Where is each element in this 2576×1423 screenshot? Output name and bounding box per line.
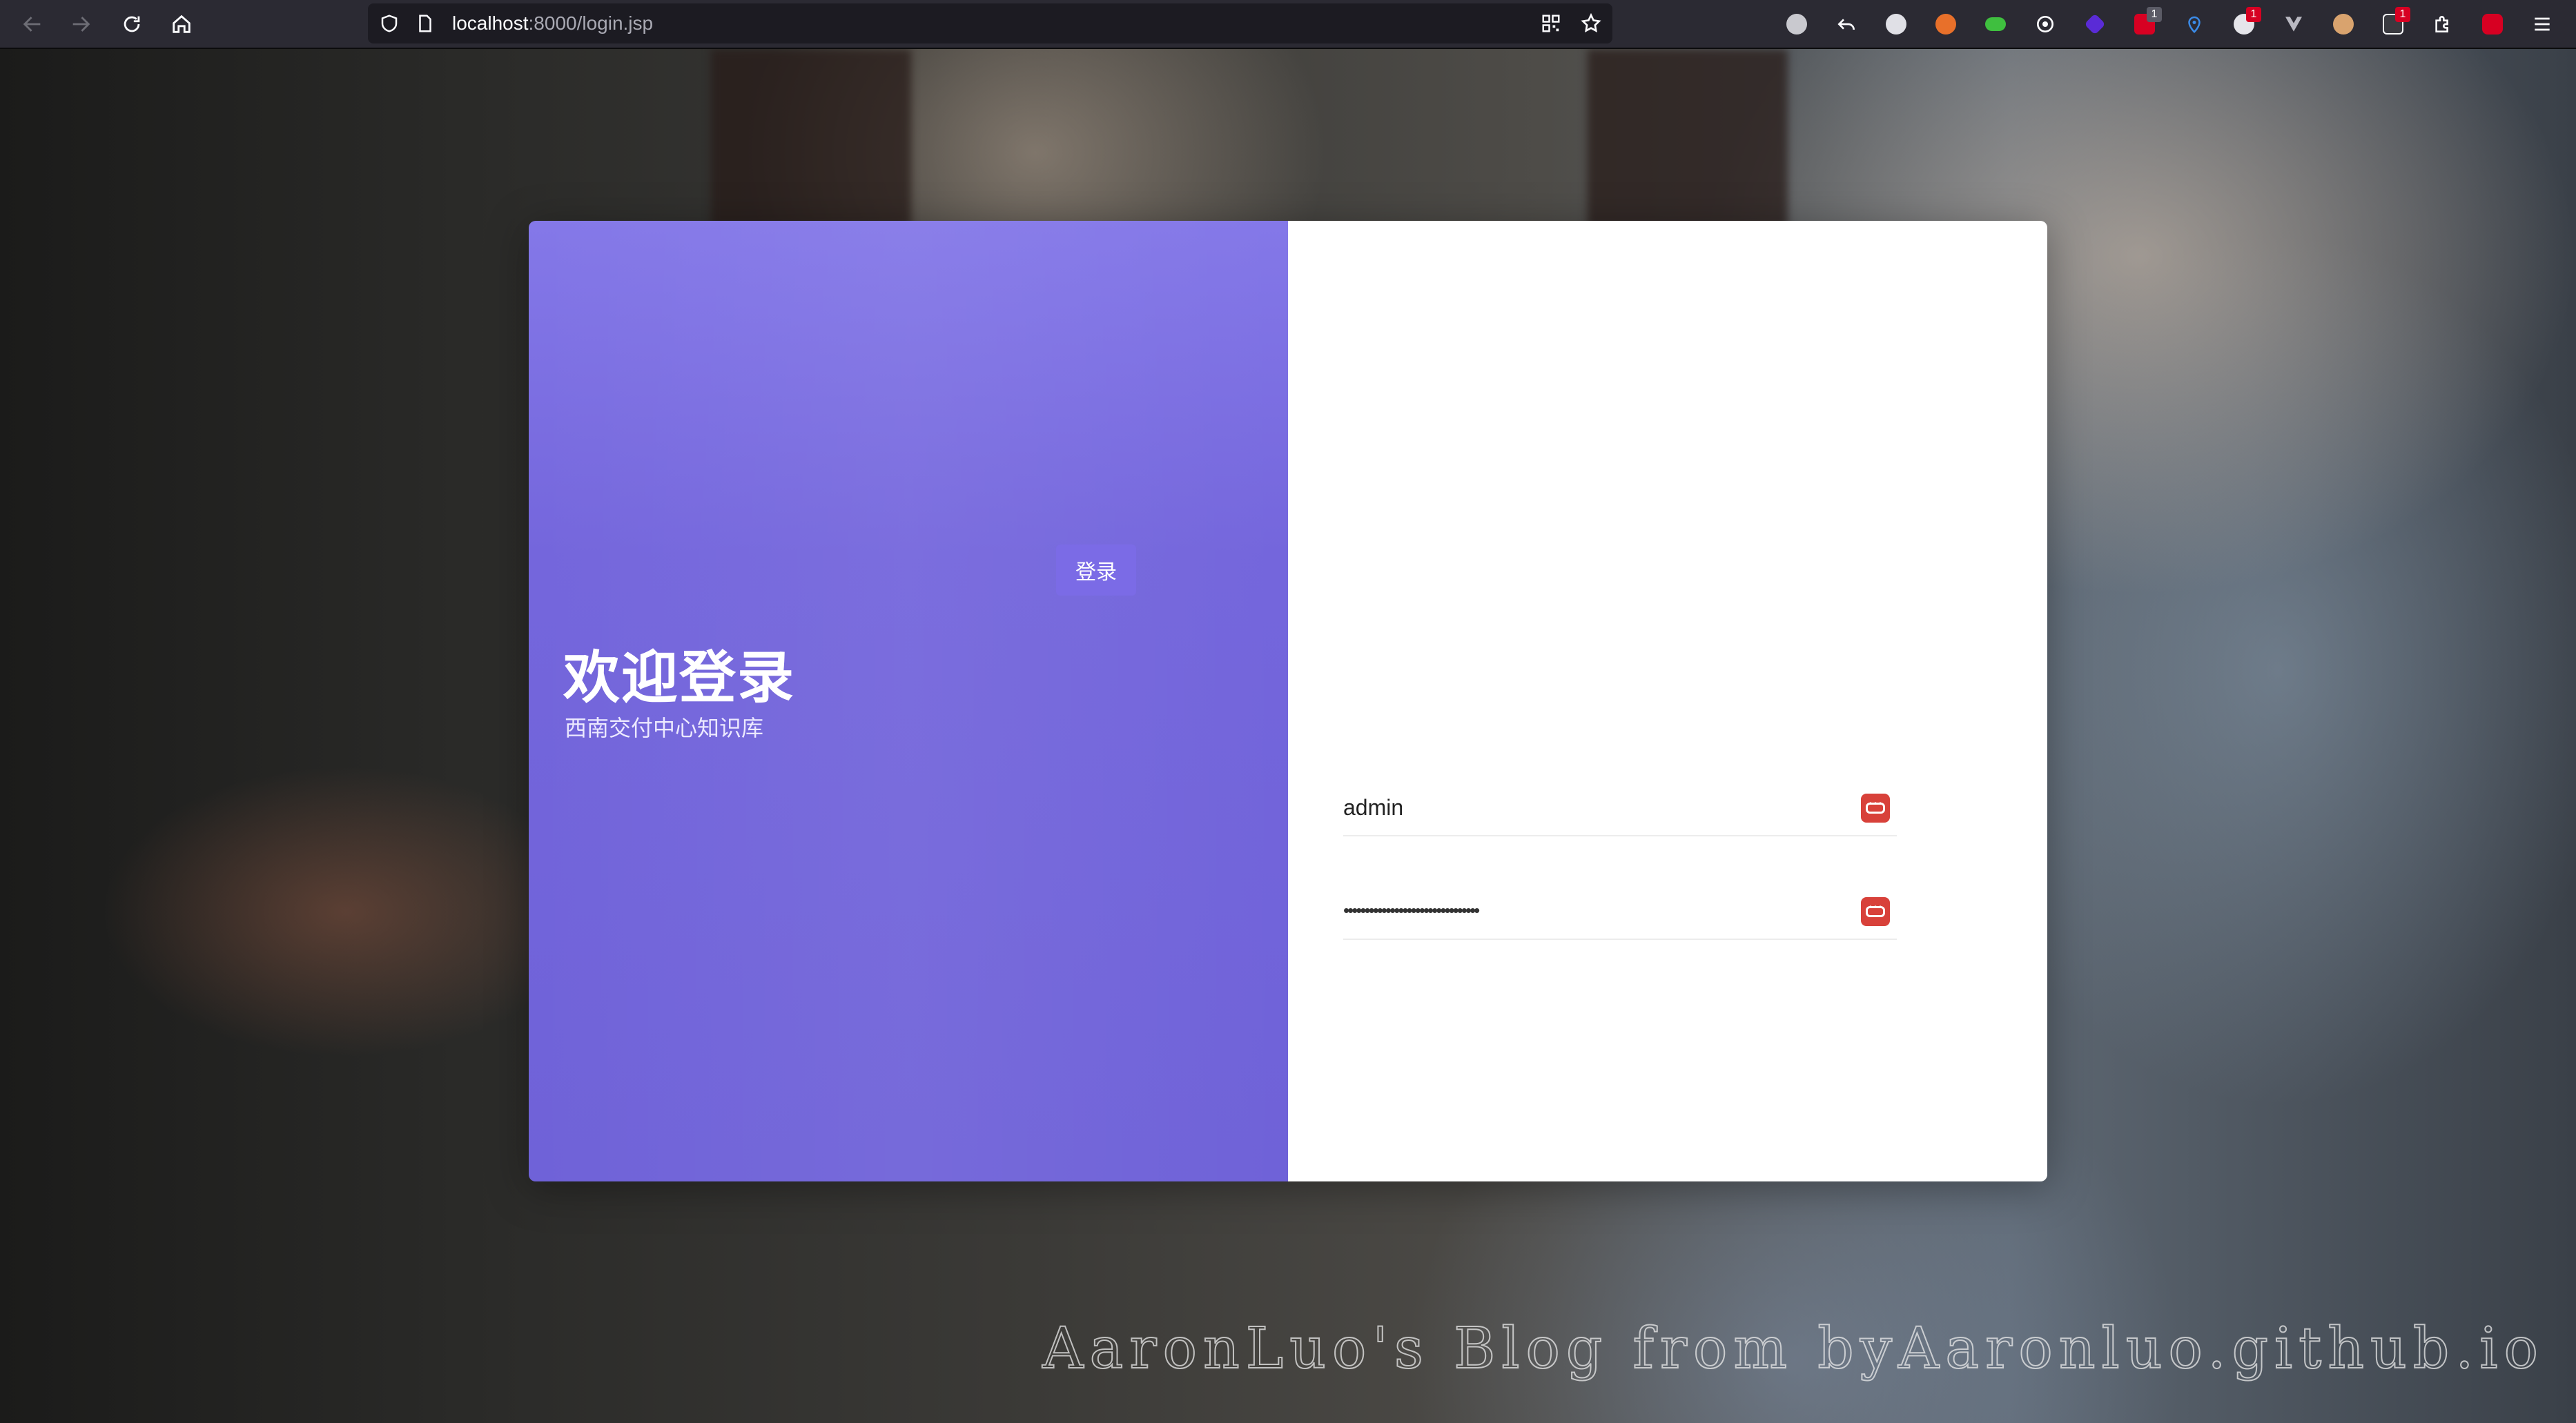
url-path: :8000/login.jsp	[528, 12, 654, 34]
login-form-panel: ••••••••••••••••••••••••••••••••	[1288, 221, 2047, 1181]
background-decor	[1588, 49, 1788, 228]
location-pin-icon[interactable]	[2178, 8, 2210, 40]
background-decor	[711, 49, 911, 228]
extension-13-badge: 1	[2395, 7, 2410, 22]
welcome-title: 欢迎登录	[563, 645, 796, 711]
reload-icon[interactable]	[116, 8, 148, 40]
login-button[interactable]: 登录	[1056, 544, 1136, 596]
extension-6-icon[interactable]	[2029, 8, 2061, 40]
url-host: localhost	[452, 12, 529, 34]
forward-arrow-icon[interactable]	[65, 8, 97, 40]
login-card: 欢迎登录 西南交付中心知识库 •••••••••••••••••••••••••…	[529, 221, 2047, 1181]
extension-10-icon[interactable]: 1	[2228, 7, 2261, 40]
watermark: AaronLuo's Blog from byAaronluo.github.i…	[1042, 1315, 2544, 1382]
username-field	[1343, 781, 1897, 836]
welcome-subtitle: 西南交付中心知识库	[565, 715, 764, 741]
puzzle-extensions-icon[interactable]	[2427, 8, 2459, 40]
username-input[interactable]	[1343, 781, 1826, 834]
hamburger-menu-icon[interactable]	[2526, 8, 2558, 40]
password-manager-icon[interactable]	[1861, 897, 1890, 926]
extension-7-icon[interactable]	[2079, 8, 2111, 40]
extension-3-icon[interactable]	[1880, 8, 1912, 40]
qr-code-icon[interactable]	[1538, 10, 1564, 37]
page-icon[interactable]	[412, 10, 438, 37]
undo-extension-icon[interactable]	[1831, 8, 1862, 40]
extension-5-icon[interactable]	[1980, 8, 2011, 40]
extension-1-icon[interactable]	[1781, 8, 1813, 40]
password-manager-icon[interactable]	[1861, 794, 1890, 823]
shield-icon[interactable]	[376, 10, 402, 37]
welcome-panel: 欢迎登录 西南交付中心知识库	[529, 221, 1288, 1181]
star-icon[interactable]	[1578, 10, 1604, 37]
extension-13-icon[interactable]: 1	[2377, 7, 2410, 40]
extension-8-icon[interactable]: 1	[2129, 7, 2162, 40]
browser-toolbar: localhost:8000/login.jsp 1 1 1	[0, 0, 2576, 49]
extension-10-badge: 1	[2246, 7, 2261, 22]
extension-8-badge: 1	[2147, 7, 2162, 22]
password-manager-extension-icon[interactable]	[2477, 8, 2508, 40]
back-arrow-icon[interactable]	[17, 8, 48, 40]
password-field: ••••••••••••••••••••••••••••••••	[1343, 885, 1897, 940]
url-bar[interactable]: localhost:8000/login.jsp	[368, 3, 1612, 43]
vue-devtools-icon[interactable]	[2278, 8, 2310, 40]
home-icon[interactable]	[166, 8, 197, 40]
url-text[interactable]: localhost:8000/login.jsp	[452, 3, 653, 43]
password-input[interactable]: ••••••••••••••••••••••••••••••••	[1343, 900, 1480, 921]
extension-12-icon[interactable]	[2328, 8, 2359, 40]
extension-4-icon[interactable]	[1930, 8, 1962, 40]
